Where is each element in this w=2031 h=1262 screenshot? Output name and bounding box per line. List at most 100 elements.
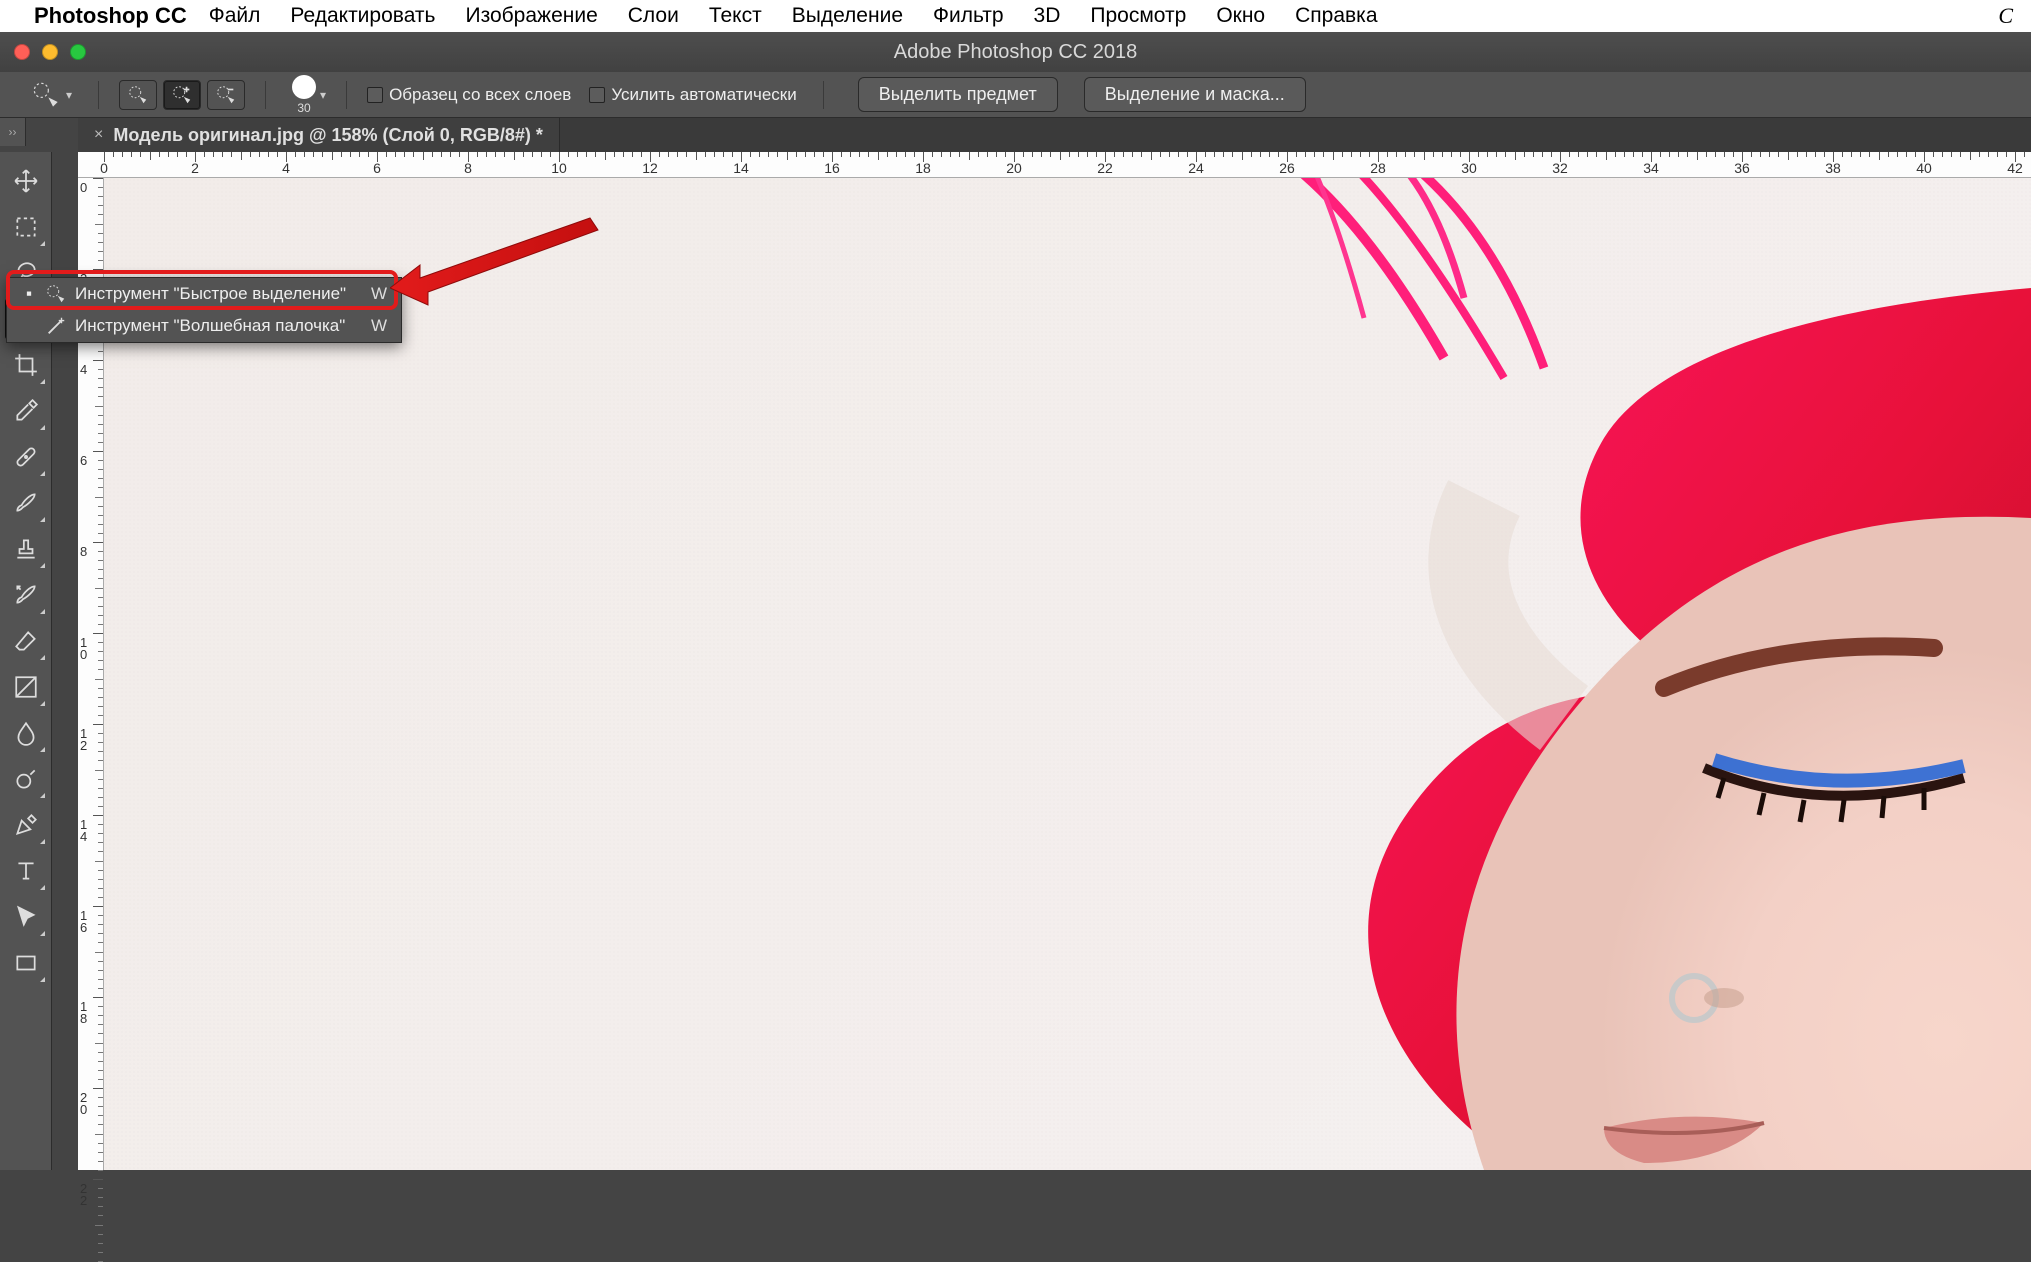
maximize-window-button[interactable]	[70, 44, 86, 60]
blur-tool[interactable]	[5, 712, 47, 754]
flyout-item-shortcut: W	[351, 284, 387, 304]
menu-filter[interactable]: Фильтр	[933, 4, 1004, 28]
history-brush-tool[interactable]	[5, 574, 47, 616]
ruler-tick-label: 12	[642, 160, 658, 176]
horizontal-ruler[interactable]: 024681012141618202224262830323436384042	[78, 152, 2031, 178]
ruler-tick-label: 0	[100, 160, 108, 176]
menu-select[interactable]: Выделение	[792, 4, 903, 28]
marquee-tool[interactable]	[5, 206, 47, 248]
menu-3d[interactable]: 3D	[1034, 4, 1061, 28]
ruler-tick-label: 18	[80, 1001, 90, 1025]
crop-tool[interactable]	[5, 344, 47, 386]
brush-size-value: 30	[297, 101, 310, 115]
separator	[98, 81, 99, 109]
ruler-tick-label: 40	[1916, 160, 1932, 176]
ruler-tick-label: 36	[1734, 160, 1750, 176]
ruler-tick-label: 18	[915, 160, 931, 176]
new-selection-button[interactable]	[119, 80, 157, 110]
eyedropper-tool[interactable]	[5, 390, 47, 432]
ruler-tick-label: 8	[80, 546, 90, 558]
menu-layers[interactable]: Слои	[628, 4, 679, 28]
ruler-tick-label: 6	[373, 160, 381, 176]
flyout-item-quick-selection[interactable]: ▪ Инструмент "Быстрое выделение" W	[7, 278, 401, 310]
clone-stamp-tool[interactable]	[5, 528, 47, 570]
ruler-tick-label: 12	[80, 728, 90, 752]
panel-collapse-toggle[interactable]: ››	[0, 118, 26, 146]
chevron-down-icon: ▾	[66, 88, 72, 102]
flyout-item-shortcut: W	[351, 316, 387, 336]
traffic-lights	[14, 44, 86, 60]
crop-icon	[13, 352, 39, 378]
menu-help[interactable]: Справка	[1295, 4, 1377, 28]
move-icon	[13, 168, 39, 194]
ruler-tick-label: 20	[1006, 160, 1022, 176]
document-tabs-bar: × Модель оригинал.jpg @ 158% (Слой 0, RG…	[78, 118, 2031, 152]
sample-all-layers-label: Образец со всех слоев	[389, 85, 571, 105]
selected-indicator-icon: ▪	[21, 284, 37, 304]
select-and-mask-button[interactable]: Выделение и маска...	[1084, 77, 1306, 112]
gradient-icon	[13, 674, 39, 700]
separator	[346, 81, 347, 109]
close-window-button[interactable]	[14, 44, 30, 60]
menu-type[interactable]: Текст	[709, 4, 762, 28]
type-tool[interactable]	[5, 850, 47, 892]
healing-brush-tool[interactable]	[5, 436, 47, 478]
cc-status-icon[interactable]: C	[1998, 3, 2013, 29]
add-to-selection-button[interactable]	[163, 80, 201, 110]
menu-image[interactable]: Изображение	[465, 4, 597, 28]
gradient-tool[interactable]	[5, 666, 47, 708]
brush-picker[interactable]: 30 ▾	[286, 75, 326, 115]
ruler-tick-label: 14	[80, 819, 90, 843]
dodge-icon	[13, 766, 39, 792]
subtract-from-selection-icon	[215, 84, 237, 106]
ruler-tick-label: 14	[733, 160, 749, 176]
flyout-item-magic-wand[interactable]: Инструмент "Волшебная палочка" W	[7, 310, 401, 342]
ruler-tick-label: 30	[1461, 160, 1477, 176]
eraser-tool[interactable]	[5, 620, 47, 662]
ruler-tick-label: 26	[1279, 160, 1295, 176]
minimize-window-button[interactable]	[42, 44, 58, 60]
chevron-down-icon: ▾	[320, 88, 326, 102]
menu-window[interactable]: Окно	[1216, 4, 1265, 28]
flyout-item-label: Инструмент "Быстрое выделение"	[75, 284, 346, 304]
rectangle-icon	[13, 950, 39, 976]
separator	[265, 81, 266, 109]
history-brush-icon	[13, 582, 39, 608]
window-title: Adobe Photoshop CC 2018	[894, 41, 1138, 64]
app-name[interactable]: Photoshop CC	[34, 3, 187, 29]
pen-tool[interactable]	[5, 804, 47, 846]
rectangle-tool[interactable]	[5, 942, 47, 984]
brush-icon	[13, 490, 39, 516]
ruler-tick-label: 38	[1825, 160, 1841, 176]
quick-selection-icon	[45, 283, 67, 305]
menu-view[interactable]: Просмотр	[1090, 4, 1186, 28]
auto-enhance-label: Усилить автоматически	[611, 85, 796, 105]
menu-edit[interactable]: Редактировать	[290, 4, 435, 28]
options-bar: ▾ 30 ▾ Образец со всех слоев Усилить авт…	[0, 72, 2031, 118]
ruler-tick-label: 20	[80, 1092, 90, 1116]
blur-icon	[13, 720, 39, 746]
subtract-from-selection-button[interactable]	[207, 80, 245, 110]
menu-file[interactable]: Файл	[209, 4, 261, 28]
move-tool[interactable]	[5, 160, 47, 202]
select-subject-button[interactable]: Выделить предмет	[858, 77, 1058, 112]
ruler-tick-label: 0	[80, 182, 90, 194]
brush-tool[interactable]	[5, 482, 47, 524]
stamp-icon	[13, 536, 39, 562]
ruler-tick-label: 8	[464, 160, 472, 176]
separator	[823, 81, 824, 109]
ruler-tick-label: 22	[1097, 160, 1113, 176]
sample-all-layers-checkbox[interactable]: Образец со всех слоев	[367, 85, 571, 105]
path-selection-tool[interactable]	[5, 896, 47, 938]
close-tab-icon[interactable]: ×	[94, 126, 103, 144]
selection-mode-group	[119, 80, 245, 110]
tool-flyout-menu: ▪ Инструмент "Быстрое выделение" W Инстр…	[6, 277, 402, 343]
ruler-tick-label: 42	[2007, 160, 2023, 176]
bandage-icon	[13, 444, 39, 470]
document-tab[interactable]: × Модель оригинал.jpg @ 158% (Слой 0, RG…	[78, 118, 560, 152]
tool-preset-picker[interactable]: ▾	[26, 81, 78, 109]
new-selection-icon	[127, 84, 149, 106]
auto-enhance-checkbox[interactable]: Усилить автоматически	[589, 85, 796, 105]
dodge-tool[interactable]	[5, 758, 47, 800]
ruler-tick-label: 34	[1643, 160, 1659, 176]
